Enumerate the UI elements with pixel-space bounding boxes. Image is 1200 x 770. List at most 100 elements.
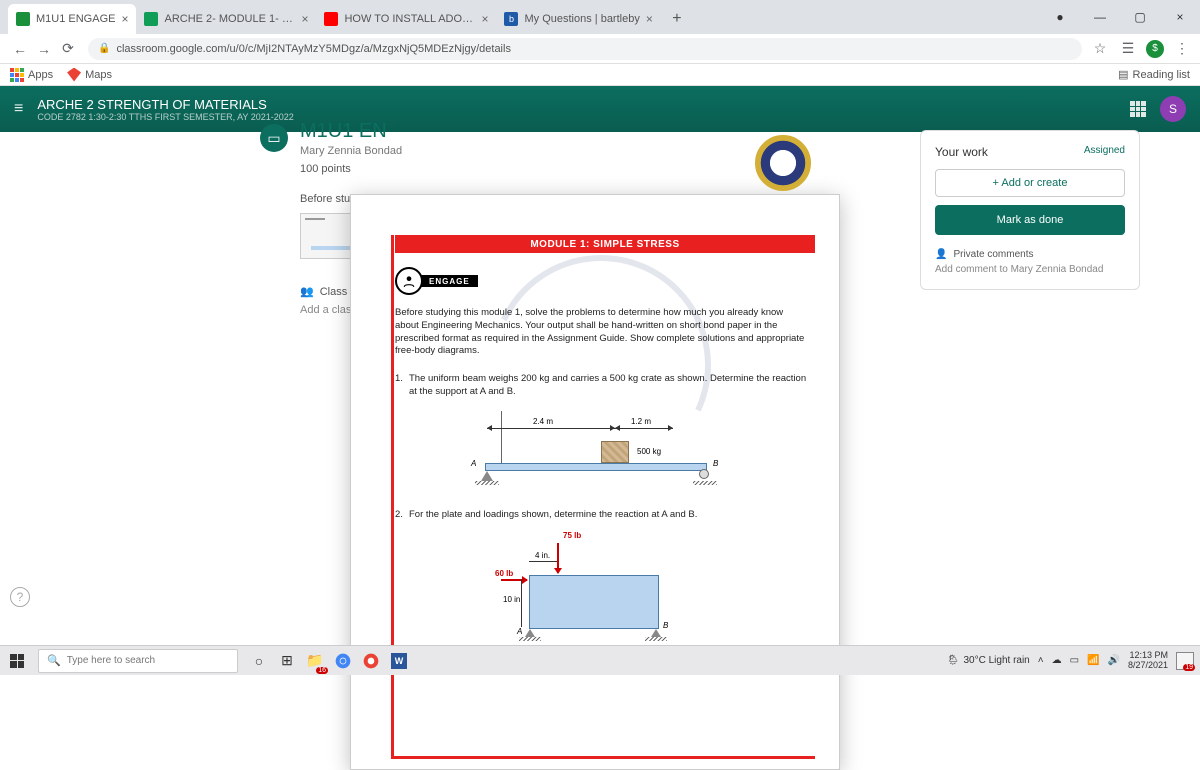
assignment-author: Mary Zennia Bondad (300, 145, 405, 157)
new-tab-button[interactable]: + (665, 7, 689, 31)
mark-done-button[interactable]: Mark as done (935, 205, 1125, 235)
close-icon[interactable]: × (481, 12, 488, 26)
support-a (481, 471, 493, 481)
close-icon[interactable]: × (301, 12, 308, 26)
tab-2[interactable]: ARCHE 2- MODULE 1- ENGAGE a × (136, 4, 316, 34)
private-comment-input[interactable]: Add comment to Mary Zennia Bondad (935, 264, 1125, 275)
onedrive-icon[interactable]: ☁ (1052, 655, 1062, 666)
windows-taskbar: 🔍 Type here to search ○ ⊞ 📁16 W 🌦 30°C L… (0, 645, 1200, 675)
chevron-up-icon[interactable]: ˄ (1038, 655, 1044, 666)
document-preview: MODULE 1: SIMPLE STRESS ENGAGE Before st… (350, 194, 840, 770)
engage-icon (395, 267, 423, 295)
google-apps-icon[interactable] (1130, 101, 1146, 117)
close-window-button[interactable]: × (1160, 0, 1200, 34)
label-a: A (471, 459, 476, 468)
assignment-title: M1U1 EN (300, 120, 405, 143)
your-work-label: Your work (935, 145, 988, 159)
address-bar: ← → ⟳ 🔒 classroom.google.com/u/0/c/MjI2N… (0, 34, 1200, 64)
clock[interactable]: 12:13 PM 8/27/2021 (1128, 651, 1168, 671)
readmode-icon[interactable]: ☰ (1118, 39, 1138, 59)
label-a2: A (517, 627, 522, 636)
star-icon[interactable]: ☆ (1090, 39, 1110, 59)
weather-widget[interactable]: 🌦 30°C Light rain (947, 655, 1030, 666)
back-button[interactable]: ← (8, 37, 32, 61)
bartleby-icon: b (504, 12, 518, 26)
main-content: ▭ M1U1 EN Mary Zennia Bondad 100 points … (0, 132, 1200, 645)
word-icon[interactable]: W (388, 650, 410, 672)
extension-icon[interactable]: $ (1146, 40, 1164, 58)
beam (485, 463, 707, 471)
battery-icon[interactable]: ▭ (1070, 655, 1079, 666)
drive-icon (144, 12, 158, 26)
youtube-icon (324, 12, 338, 26)
list-icon: ▤ (1118, 68, 1128, 81)
hamburger-icon[interactable]: ≡ (14, 100, 23, 118)
assignment-points: 100 points (300, 163, 405, 175)
question-2: 2.For the plate and loadings shown, dete… (395, 509, 809, 522)
engage-label: ENGAGE (421, 275, 478, 287)
volume-icon[interactable]: 🔊 (1108, 655, 1120, 666)
help-button[interactable]: ? (10, 587, 30, 607)
maps-label: Maps (85, 69, 112, 81)
url-input[interactable]: 🔒 classroom.google.com/u/0/c/MjI2NTAyMzY… (88, 38, 1082, 60)
red-border-bottom (391, 756, 815, 759)
people-icon: 👥 (300, 285, 314, 298)
reload-button[interactable]: ⟳ (56, 37, 80, 61)
reading-list[interactable]: ▤ Reading list (1118, 68, 1190, 81)
your-work-card: Your work Assigned + Add or create Mark … (920, 130, 1140, 290)
plate (529, 575, 659, 629)
chrome-icon[interactable] (332, 650, 354, 672)
assignment-icon: ▭ (260, 124, 288, 152)
cortana-icon[interactable]: ○ (248, 650, 270, 672)
status-badge: Assigned (1084, 145, 1125, 159)
explorer-icon[interactable]: 📁16 (304, 650, 326, 672)
label-b2: B (663, 621, 668, 630)
label-b: B (713, 459, 718, 468)
notifications-icon[interactable]: 19 (1176, 652, 1194, 670)
force-60lb: 60 lb (495, 569, 513, 578)
maximize-button[interactable]: ▢ (1120, 0, 1160, 34)
add-create-button[interactable]: + Add or create (935, 169, 1125, 197)
engage-badge: ENGAGE (395, 267, 478, 295)
start-button[interactable] (0, 646, 34, 676)
tab-title: M1U1 ENGAGE (36, 13, 115, 25)
classroom-icon (16, 12, 30, 26)
taskview-icon[interactable]: ⊞ (276, 650, 298, 672)
tab-title: HOW TO INSTALL ADOBE PHOTO (344, 13, 475, 25)
support-b (699, 469, 709, 479)
close-icon[interactable]: × (646, 12, 653, 26)
bookmarks-bar: Apps Maps ▤ Reading list (0, 64, 1200, 86)
url-text: classroom.google.com/u/0/c/MjI2NTAyMzY5M… (116, 43, 511, 55)
reading-label: Reading list (1133, 69, 1190, 81)
question-1: 1.The uniform beam weighs 200 kg and car… (395, 373, 809, 399)
forward-button[interactable]: → (32, 37, 56, 61)
wifi-icon[interactable]: 📶 (1087, 655, 1099, 666)
apps-icon (10, 68, 24, 82)
tab-title: ARCHE 2- MODULE 1- ENGAGE a (164, 13, 295, 25)
class-subtitle: CODE 2782 1:30-2:30 TTHS FIRST SEMESTER,… (37, 112, 293, 122)
minimize-button[interactable]: — (1080, 0, 1120, 34)
maps-shortcut[interactable]: Maps (67, 68, 112, 82)
account-icon[interactable]: ● (1040, 0, 1080, 34)
tab-4[interactable]: b My Questions | bartleby × (496, 4, 660, 34)
user-avatar[interactable]: S (1160, 96, 1186, 122)
tab-1[interactable]: M1U1 ENGAGE × (8, 4, 136, 34)
private-comments-header: 👤 Private comments (935, 249, 1125, 260)
class-name: ARCHE 2 STRENGTH OF MATERIALS (37, 97, 293, 112)
close-icon[interactable]: × (121, 12, 128, 26)
tab-3[interactable]: HOW TO INSTALL ADOBE PHOTO × (316, 4, 496, 34)
taskbar-search[interactable]: 🔍 Type here to search (38, 649, 238, 673)
apps-shortcut[interactable]: Apps (10, 68, 53, 82)
dim-1p2m: 1.2 m (629, 417, 653, 426)
chrome-canary-icon[interactable] (360, 650, 382, 672)
search-icon: 🔍 (47, 654, 61, 667)
dim-2p4m: 2.4 m (531, 417, 555, 426)
crate-label: 500 kg (637, 447, 661, 456)
menu-icon[interactable]: ⋮ (1172, 39, 1192, 59)
class-info[interactable]: ARCHE 2 STRENGTH OF MATERIALS CODE 2782 … (37, 97, 293, 122)
crate (601, 441, 629, 463)
maps-icon (67, 68, 81, 82)
dim-4in: 4 in. (535, 551, 550, 560)
weather-icon: 🌦 (947, 655, 960, 666)
module-title-bar: MODULE 1: SIMPLE STRESS (395, 235, 815, 253)
